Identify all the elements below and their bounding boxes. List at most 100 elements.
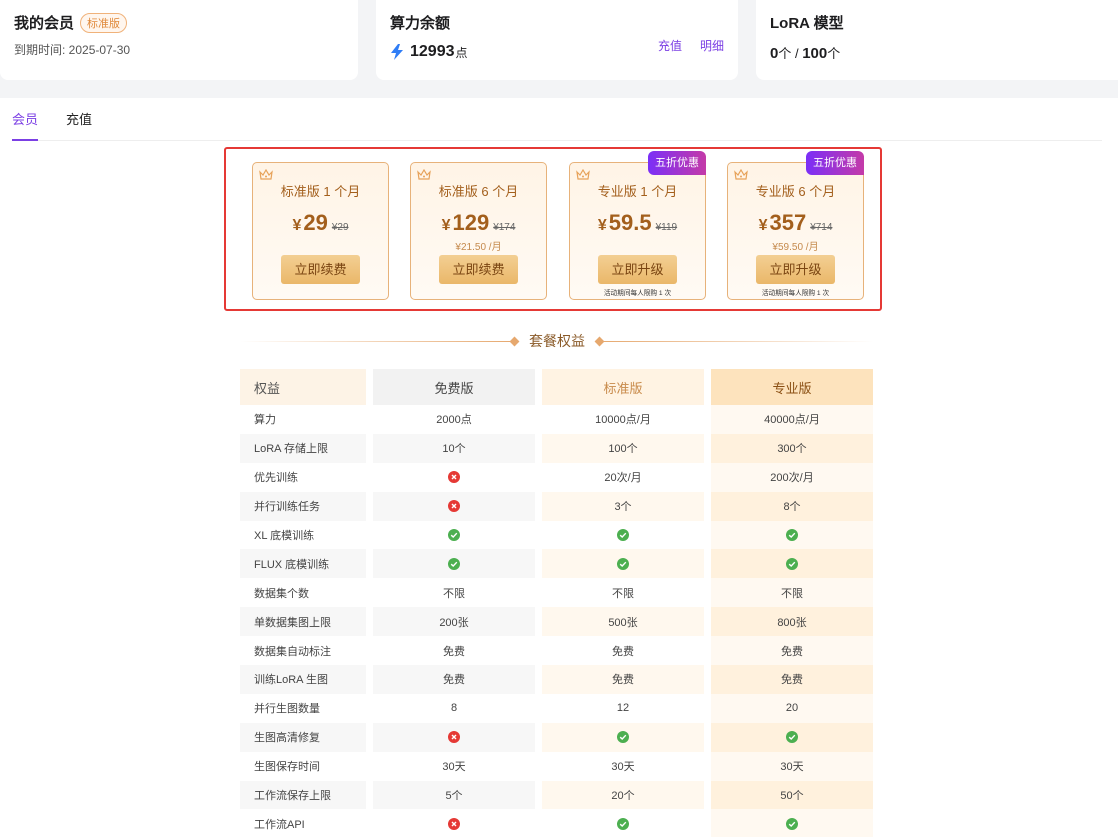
table-header: 权益 免费版 标准版 专业版 <box>240 369 874 405</box>
price-currency: ¥ <box>758 217 768 234</box>
plan-per-month <box>253 238 388 251</box>
table-row: 并行训练任务 3个 8个 <box>240 491 874 521</box>
header-pro: 专业版 <box>711 369 873 405</box>
benefit-value: 10个 <box>373 433 535 463</box>
benefit-value: 200次/月 <box>711 462 873 492</box>
benefit-value: 30天 <box>442 761 466 774</box>
benefit-value <box>373 491 535 521</box>
table-row: 优先训练 20次/月 200次/月 <box>240 462 874 492</box>
benefit-value: 不限 <box>612 587 634 600</box>
detail-link[interactable]: 明细 <box>700 37 724 54</box>
plan-card: 标准版 1 个月 ¥29 ¥29 立即续费 <box>252 162 389 300</box>
plan-original-price: ¥29 <box>331 222 349 233</box>
price-currency: ¥ <box>597 217 607 234</box>
recharge-link[interactable]: 充值 <box>658 37 682 54</box>
plan-buy-button[interactable]: 立即升级 <box>598 255 677 284</box>
check-circle-icon <box>448 557 460 570</box>
power-unit: 点 <box>455 45 468 60</box>
benefit-value: 30天 <box>711 751 873 781</box>
power-card: 算力余额 12993 点 充值 明细 <box>376 0 738 80</box>
plan-card: 五折优惠 专业版 1 个月 ¥59.5 ¥119 立即升级 活动期间每人限购 1 次 <box>569 151 706 300</box>
benefit-value <box>711 809 873 837</box>
tab-bar: 会员 充值 <box>12 98 1102 141</box>
benefit-value: 8 <box>450 702 458 715</box>
check-circle-icon <box>617 557 629 570</box>
divider-right <box>594 336 874 346</box>
benefit-value: 免费 <box>612 645 634 658</box>
plan-name: 专业版 6 个月 <box>755 184 836 199</box>
plan-buy-button[interactable]: 立即续费 <box>439 255 518 284</box>
price-currency: ¥ <box>441 217 451 234</box>
header-benefit: 权益 <box>240 369 366 405</box>
member-level-badge: 标准版 <box>80 12 128 33</box>
benefit-value: 200张 <box>373 607 535 637</box>
benefit-value: 免费 <box>711 636 873 666</box>
benefit-value: 8个 <box>711 491 873 521</box>
plans-container: 标准版 1 个月 ¥29 ¥29 立即续费 标准版 6 个月 ¥129 ¥174 ¥21.50… <box>224 147 882 311</box>
expire-date: 到期时间: 2025-07-30 <box>14 43 131 57</box>
benefit-value: 40000点/月 <box>711 405 873 434</box>
check-circle-icon <box>448 529 460 541</box>
benefit-value: 5个 <box>373 780 535 810</box>
benefit-name: 生图高清修复 <box>240 722 366 752</box>
plan-name: 专业版 1 个月 <box>597 184 678 199</box>
lora-card: LoRA 模型 0个 / 100个 <box>756 0 1118 80</box>
benefit-name: 优先训练 <box>254 472 298 485</box>
plan-price: 59.5 <box>608 210 652 235</box>
member-card: 我的会员 标准版 到期时间: 2025-07-30 <box>0 0 358 80</box>
close-circle-icon <box>448 500 460 513</box>
benefit-value <box>711 722 873 752</box>
plan-per-month <box>570 238 705 251</box>
check-circle-icon <box>617 731 629 744</box>
section-title-text: 套餐权益 <box>529 333 585 349</box>
divider-left <box>240 336 520 346</box>
close-circle-icon <box>448 731 460 744</box>
benefits-table: 权益 免费版 标准版 专业版 算力 2000点 10000点/月 40000点/月 LoRA 存… <box>240 369 874 837</box>
benefit-name: XL 底模训练 <box>254 530 315 542</box>
plan-buy-button[interactable]: 立即续费 <box>281 255 360 284</box>
crown-icon <box>417 169 431 180</box>
table-row: 并行生图数量 8 12 20 <box>240 693 874 723</box>
plan-note: 活动期间每人限购 1 次 <box>761 290 830 297</box>
plan-original-price: ¥714 <box>810 222 833 233</box>
tab-membership[interactable]: 会员 <box>12 109 39 141</box>
benefit-value <box>542 549 704 579</box>
benefit-name: FLUX 底模训练 <box>240 549 366 579</box>
benefit-value: 500张 <box>542 607 704 637</box>
lightning-icon <box>391 44 403 60</box>
benefit-value: 不限 <box>443 587 465 600</box>
main-panel: 会员 充值 标准版 1 个月 ¥29 ¥29 立即续费 标准版 6 个月 ¥129 ¥174… <box>0 98 1118 837</box>
check-circle-icon <box>786 731 798 744</box>
table-row: 工作流API <box>240 809 874 837</box>
benefit-value: 20个 <box>542 780 704 810</box>
check-circle-icon <box>617 817 629 830</box>
benefit-value <box>542 722 704 752</box>
plan-name: 标准版 1 个月 <box>280 184 361 199</box>
tab-recharge[interactable]: 充值 <box>66 109 92 140</box>
benefit-value: 800张 <box>711 607 873 637</box>
benefit-value: 免费 <box>373 665 535 694</box>
benefit-value: 免费 <box>542 665 704 694</box>
table-row: 单数据集图上限 200张 500张 800张 <box>240 607 874 637</box>
check-circle-icon <box>786 817 798 830</box>
plan-card: 五折优惠 专业版 6 个月 ¥357 ¥714 ¥59.50 /月 立即升级 活动期间每人限… <box>727 151 864 300</box>
benefit-value <box>373 809 535 837</box>
benefit-name: LoRA 存储上限 <box>240 433 366 463</box>
plan-buy-button[interactable]: 立即升级 <box>756 255 835 284</box>
plan-price: 29 <box>303 210 328 235</box>
benefit-value: 20次/月 <box>604 472 642 485</box>
member-title: 我的会员 <box>14 15 75 32</box>
benefit-value <box>542 809 704 837</box>
table-row: 训练LoRA 生图 免费 免费 免费 <box>240 665 874 694</box>
benefit-name: 并行训练任务 <box>240 491 366 521</box>
benefit-value <box>542 521 704 550</box>
benefit-value: 100个 <box>542 433 704 463</box>
benefit-value <box>711 549 873 579</box>
benefit-value: 免费 <box>443 645 465 658</box>
benefit-value: 不限 <box>711 578 873 608</box>
header-standard: 标准版 <box>542 369 704 405</box>
benefit-value: 30天 <box>611 761 635 774</box>
benefit-value: 2000点 <box>436 414 472 427</box>
power-title: 算力余额 <box>390 15 451 32</box>
lora-title: LoRA 模型 <box>770 15 844 32</box>
